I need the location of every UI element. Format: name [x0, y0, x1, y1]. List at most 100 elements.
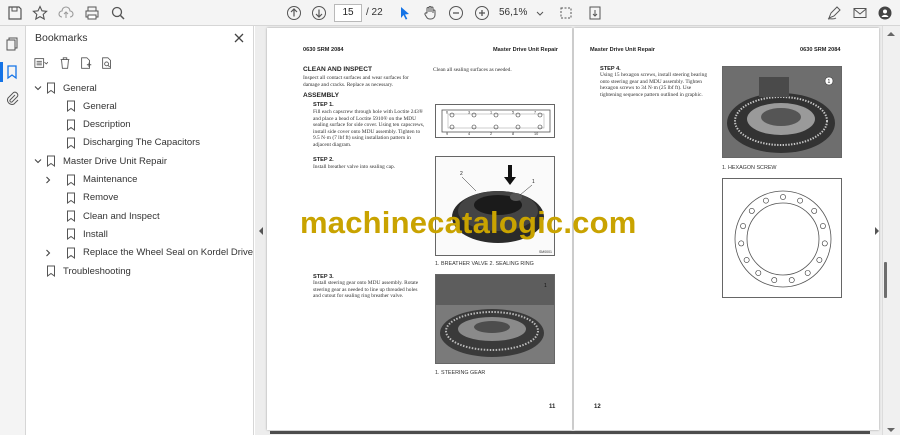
upload-icon[interactable]: [57, 4, 75, 22]
bookmark-label: Replace the Wheel Seal on Kordel Drive U…: [83, 247, 278, 259]
bookmark-item[interactable]: Replace the Wheel Seal on Kordel Drive U…: [42, 244, 277, 262]
chevron-down-icon[interactable]: [535, 4, 545, 22]
bookmark-icon: [66, 174, 76, 186]
star-icon[interactable]: [31, 4, 49, 22]
chevron-right-icon[interactable]: [42, 247, 54, 259]
bookmark-label: Clean and Inspect: [83, 210, 160, 222]
step2-text: Install breather valve into sealing cap.: [313, 164, 396, 170]
bookmark-label: Description: [83, 119, 131, 131]
svg-text:1: 1: [828, 79, 831, 85]
bookmark-icon[interactable]: [4, 64, 22, 82]
step4-text: Using 15 hexagon screws, install steerin…: [600, 72, 708, 98]
right-note: Clean all sealing surfaces as needed.: [433, 67, 512, 73]
chevron-down-icon[interactable]: [32, 82, 44, 94]
bookmark-item[interactable]: Description: [42, 116, 131, 134]
scroll-mode-icon[interactable]: [586, 4, 604, 22]
bookmark-icon: [66, 210, 76, 223]
scrollbar-thumb[interactable]: [884, 262, 887, 298]
bookmark-item[interactable]: General: [42, 97, 117, 115]
arrow-down-circle-icon[interactable]: [310, 4, 328, 22]
fit-page-icon[interactable]: [557, 4, 575, 22]
bolt-hole: [811, 207, 818, 214]
bookmark-label: Remove: [83, 192, 119, 204]
next-page-arrow-icon[interactable]: [873, 224, 881, 236]
mail-icon[interactable]: [851, 4, 869, 22]
bookmark-item[interactable]: Install: [42, 225, 108, 243]
bolt-hole: [748, 207, 755, 214]
side-cover-diagram: 6 3 1 5 7 9 4 2 8 10: [435, 104, 555, 138]
svg-text:2: 2: [490, 132, 492, 136]
svg-text:2: 2: [460, 171, 463, 177]
step2-title: STEP 2.: [313, 157, 334, 163]
pages-icon[interactable]: [4, 36, 22, 54]
svg-text:7: 7: [534, 111, 536, 115]
bolt-hole: [738, 240, 745, 247]
tightening-sequence-diagram: [722, 178, 842, 298]
svg-text:8: 8: [512, 132, 514, 136]
print-icon[interactable]: [83, 4, 101, 22]
rail-active-indicator: [0, 62, 3, 82]
save-icon[interactable]: [6, 4, 24, 22]
bolt-hole: [820, 223, 826, 229]
delete-icon[interactable]: [58, 54, 74, 72]
bookmark-item[interactable]: Troubleshooting: [32, 262, 131, 280]
bookmark-icon: [66, 192, 76, 204]
hand-icon[interactable]: [421, 4, 439, 22]
search-icon[interactable]: [109, 4, 127, 22]
close-icon[interactable]: [231, 30, 247, 46]
bolt-hole: [755, 270, 762, 276]
bookmark-icon: [46, 155, 56, 168]
previous-page-arrow-icon[interactable]: [257, 224, 265, 236]
bookmark-label: Maintenance: [83, 174, 138, 185]
svg-text:10: 10: [534, 132, 538, 136]
bolt-hole: [821, 240, 828, 247]
figure-tag: SM0001: [538, 250, 552, 254]
sign-icon[interactable]: [825, 4, 843, 22]
page-number-left: 11: [549, 404, 556, 410]
cursor-icon[interactable]: [396, 4, 414, 22]
bookmark-item[interactable]: Master Drive Unit Repair: [32, 152, 167, 170]
zoom-in-icon[interactable]: [473, 4, 491, 22]
attachment-icon[interactable]: [4, 90, 22, 108]
svg-text:5: 5: [512, 111, 514, 115]
bookmark-item[interactable]: General: [32, 79, 97, 97]
chevron-right-icon[interactable]: [42, 174, 54, 186]
doc-code: 0630 SRM 2084: [303, 47, 344, 53]
page-number-right: 12: [594, 404, 601, 410]
svg-text:9: 9: [446, 132, 448, 136]
page-number-input[interactable]: 15: [334, 4, 362, 22]
account-icon[interactable]: [876, 4, 894, 22]
svg-text:1: 1: [544, 283, 547, 289]
arrow-up-circle-icon[interactable]: [285, 4, 303, 22]
bookmark-item[interactable]: Discharging The Capacitors: [42, 134, 200, 152]
page-header-title-right: Master Drive Unit Repair: [590, 47, 655, 53]
step1-text: Fill each capscrew through hole with Loc…: [313, 109, 425, 148]
bookmark-label: General: [63, 82, 97, 94]
scroll-down-icon[interactable]: [882, 422, 900, 432]
zoom-level[interactable]: 56,1%: [499, 4, 535, 22]
bookmark-item[interactable]: Remove: [42, 189, 118, 207]
scroll-up-icon[interactable]: [882, 26, 900, 36]
options-menu-icon[interactable]: [34, 54, 50, 72]
step3-text: Install steering gear onto MDU assembly.…: [313, 280, 419, 300]
horizontal-scrollbar[interactable]: [270, 431, 870, 434]
bookmark-item[interactable]: Clean and Inspect: [42, 207, 160, 225]
bookmark-icon: [66, 100, 76, 113]
bookmark-icon: [46, 82, 56, 94]
new-bookmark-icon[interactable]: [79, 54, 95, 72]
bolt-hole: [763, 197, 769, 204]
zoom-out-icon[interactable]: [447, 4, 465, 22]
vertical-scrollbar[interactable]: [882, 26, 900, 435]
bookmark-icon: [66, 137, 76, 149]
bookmark-label: Troubleshooting: [63, 265, 131, 277]
bookmark-item[interactable]: Maintenance: [42, 171, 137, 189]
bolt-hole: [743, 257, 750, 263]
bolt-hole: [771, 277, 778, 283]
bookmarks-panel: Bookmarks General General Description Disch…: [26, 26, 277, 435]
find-bookmark-icon[interactable]: [100, 54, 116, 72]
chevron-down-icon[interactable]: [32, 155, 44, 167]
page-header-title: Master Drive Unit Repair: [493, 47, 558, 53]
